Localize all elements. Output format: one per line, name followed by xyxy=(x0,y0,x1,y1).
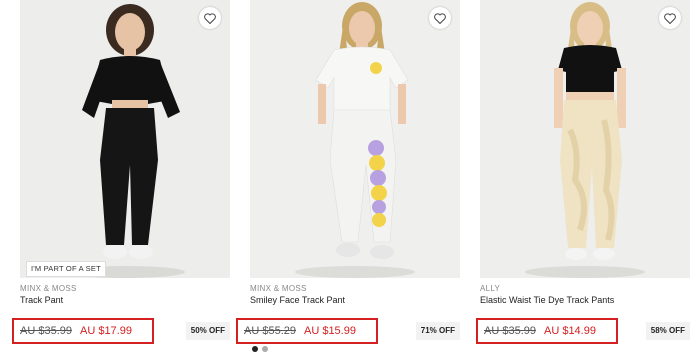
product-brand: MINX & MOSS xyxy=(20,284,77,293)
set-badge[interactable]: I'M PART OF A SET xyxy=(26,261,106,277)
product-image[interactable] xyxy=(20,0,230,278)
price-highlight-box: AU $35.99 AU $14.99 xyxy=(476,318,618,344)
product-name[interactable]: Track Pant xyxy=(20,295,63,305)
original-price: AU $35.99 xyxy=(484,325,536,337)
sale-price: AU $15.99 xyxy=(303,325,356,337)
price-highlight-box: AU $35.99 AU $17.99 xyxy=(12,318,154,344)
wishlist-heart-icon[interactable] xyxy=(429,7,451,29)
original-price: AU $35.99 xyxy=(20,325,72,337)
discount-badge: 58% OFF xyxy=(645,322,690,340)
product-card[interactable]: I'M PART OF A SET MINX & MOSS Track Pant… xyxy=(12,0,230,350)
color-swatch[interactable] xyxy=(252,346,258,352)
product-card[interactable]: ALLY Elastic Waist Tie Dye Track Pants A… xyxy=(476,0,690,350)
color-swatch[interactable] xyxy=(262,346,268,352)
product-image[interactable] xyxy=(480,0,690,278)
original-price: AU $55.29 xyxy=(244,325,296,337)
product-name[interactable]: Smiley Face Track Pant xyxy=(250,295,345,305)
product-card[interactable]: MINX & MOSS Smiley Face Track Pant AU $5… xyxy=(236,0,460,352)
sale-price: AU $17.99 xyxy=(79,325,132,337)
product-brand: ALLY xyxy=(480,284,501,293)
product-image[interactable] xyxy=(250,0,460,278)
discount-badge: 50% OFF xyxy=(185,322,230,340)
discount-badge: 71% OFF xyxy=(415,322,460,340)
price-highlight-box: AU $55.29 AU $15.99 xyxy=(236,318,378,344)
sale-price: AU $14.99 xyxy=(543,325,596,337)
product-brand: MINX & MOSS xyxy=(250,284,307,293)
wishlist-heart-icon[interactable] xyxy=(659,7,681,29)
product-name[interactable]: Elastic Waist Tie Dye Track Pants xyxy=(480,295,614,305)
wishlist-heart-icon[interactable] xyxy=(199,7,221,29)
